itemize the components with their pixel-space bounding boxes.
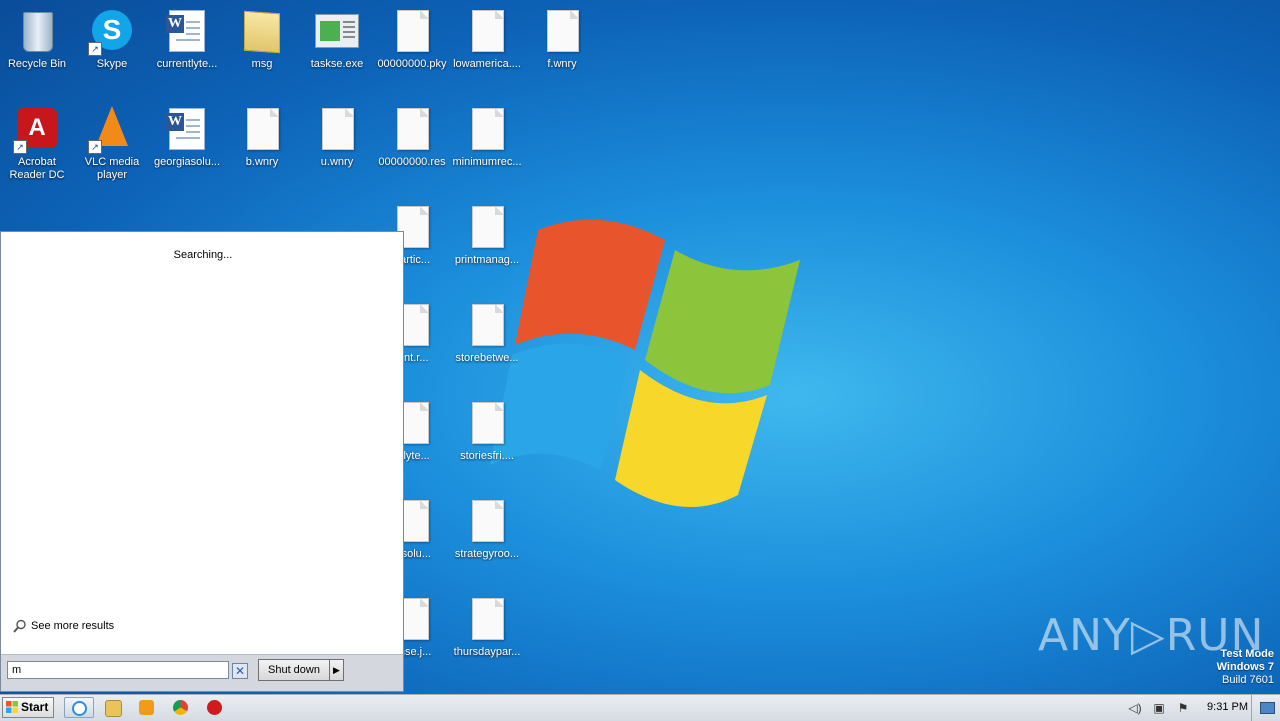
desktop-icon-label: 00000000.pky [377, 58, 447, 70]
doc-icon [538, 8, 586, 56]
search-icon [13, 619, 26, 633]
see-more-results-link[interactable]: See more results [13, 619, 114, 633]
taskbar-opera[interactable] [200, 697, 230, 718]
desktop-icon[interactable]: lowamerica.... [450, 2, 524, 92]
network-icon[interactable]: ▣ [1152, 701, 1166, 715]
close-icon: ✕ [234, 664, 246, 678]
acrobat-icon: A ↗ [13, 106, 61, 154]
clear-search-button[interactable]: ✕ [232, 663, 248, 679]
desktop-icon-label: VLC media player [84, 156, 140, 181]
desktop-icon[interactable]: f.wnry [525, 2, 599, 92]
desktop-icon[interactable]: A ↗ Acrobat Reader DC [0, 100, 74, 190]
desktop-icon-label: thursdaypar... [453, 646, 521, 658]
doc-icon [463, 302, 511, 350]
action-center-flag-icon[interactable]: ⚑ [1176, 701, 1190, 715]
show-desktop-button[interactable] [1251, 695, 1280, 721]
desktop-icon-label: printmanag... [454, 254, 520, 266]
taskbar-chrome[interactable] [166, 697, 196, 718]
desktop-icon-label: currentlyte... [156, 58, 218, 70]
desktop-icon-label: georgiasolu... [153, 156, 221, 168]
search-status: Searching... [173, 249, 233, 261]
desktop-icon[interactable]: printmanag... [450, 198, 524, 288]
search-input[interactable]: m [7, 661, 229, 679]
desktop-icon[interactable]: ↗ VLC media player [75, 100, 149, 190]
shutdown-options-button[interactable]: ▶ [330, 659, 344, 681]
monitor-icon [1260, 702, 1275, 714]
desktop-icon[interactable]: storiesfri.... [450, 394, 524, 484]
media-player-icon [139, 700, 154, 715]
word-icon: W [163, 8, 211, 56]
start-button[interactable]: Start [2, 697, 54, 718]
recycle-icon [13, 8, 61, 56]
desktop-icon-label: strategyroo... [454, 548, 520, 560]
vlc-icon: ↗ [88, 106, 136, 154]
folder-icon [238, 8, 286, 56]
desktop-icon[interactable]: S ↗ Skype [75, 2, 149, 92]
desktop-icon-label: Recycle Bin [7, 58, 67, 70]
desktop-icon[interactable]: msg [225, 2, 299, 92]
desktop-icon[interactable]: storebetwe... [450, 296, 524, 386]
desktop-icon[interactable]: Wcurrentlyte... [150, 2, 224, 92]
desktop-icon-label: lowamerica.... [453, 58, 521, 70]
taskbar-internet-explorer[interactable] [64, 697, 94, 718]
explorer-folder-icon [105, 700, 122, 717]
desktop-icon[interactable]: Recycle Bin [0, 2, 74, 92]
windows-logo-wallpaper [490, 219, 800, 507]
volume-icon[interactable]: ◁) [1128, 701, 1142, 715]
word-icon: W [163, 106, 211, 154]
windows-flag-icon [6, 701, 18, 713]
chevron-right-icon: ▶ [333, 665, 340, 675]
desktop-icon[interactable]: u.wnry [300, 100, 374, 190]
desktop-icon-label: taskse.exe [310, 58, 364, 70]
desktop-icon-label: storiesfri.... [460, 450, 514, 462]
doc-icon [463, 498, 511, 546]
start-menu: Searching... See more results m ✕ Shut d… [0, 231, 404, 692]
system-tray: ◁) ▣ ⚑ 9:31 PM [1120, 695, 1280, 721]
desktop-icon[interactable]: thursdaypar... [450, 590, 524, 680]
doc-icon [388, 106, 436, 154]
watermark-line1: Test Mode [1220, 648, 1274, 660]
desktop-icon[interactable]: 00000000.res [375, 100, 449, 190]
doc-icon [463, 8, 511, 56]
skype-icon: S ↗ [88, 8, 136, 56]
taskbar-media-player[interactable] [132, 697, 162, 718]
taskbar: Start ◁) ▣ ⚑ 9:31 PM [0, 694, 1280, 721]
internet-explorer-icon [72, 701, 87, 716]
doc-icon [238, 106, 286, 154]
desktop-icon-label: Skype [96, 58, 128, 70]
desktop-icon-label: minimumrec... [452, 156, 522, 168]
desktop-icon-label: storebetwe... [455, 352, 519, 364]
watermark-line3: Build 7601 [1222, 674, 1274, 686]
doc-icon [463, 400, 511, 448]
desktop-icon[interactable]: strategyroo... [450, 492, 524, 582]
chrome-icon [173, 700, 188, 715]
test-mode-watermark: Test Mode Windows 7 Build 7601 [1217, 648, 1274, 687]
desktop-icon-label: 00000000.res [378, 156, 446, 168]
start-label: Start [21, 700, 49, 714]
doc-icon [463, 204, 511, 252]
doc-icon [463, 596, 511, 644]
opera-icon [207, 700, 222, 715]
taskbar-explorer[interactable] [98, 697, 128, 718]
exe-icon [313, 8, 361, 56]
desktop-icon-label: f.wnry [547, 58, 577, 70]
shutdown-button[interactable]: Shut down [258, 659, 330, 681]
desktop-icon[interactable]: 00000000.pky [375, 2, 449, 92]
doc-icon [463, 106, 511, 154]
doc-icon [388, 8, 436, 56]
doc-icon [313, 106, 361, 154]
desktop-icon-label: b.wnry [245, 156, 279, 168]
desktop-icon[interactable]: minimumrec... [450, 100, 524, 190]
clock[interactable]: 9:31 PM [1207, 701, 1248, 713]
desktop-icon-label: msg [251, 58, 273, 70]
desktop-icon[interactable]: Wgeorgiasolu... [150, 100, 224, 190]
desktop-icon-label: Acrobat Reader DC [9, 156, 65, 181]
see-more-results-label: See more results [31, 620, 115, 632]
desktop-icon[interactable]: b.wnry [225, 100, 299, 190]
start-menu-footer: m ✕ Shut down ▶ [1, 654, 403, 691]
desktop-icon[interactable]: taskse.exe [300, 2, 374, 92]
desktop-icon-label: u.wnry [320, 156, 354, 168]
watermark-line2: Windows 7 [1216, 661, 1274, 673]
